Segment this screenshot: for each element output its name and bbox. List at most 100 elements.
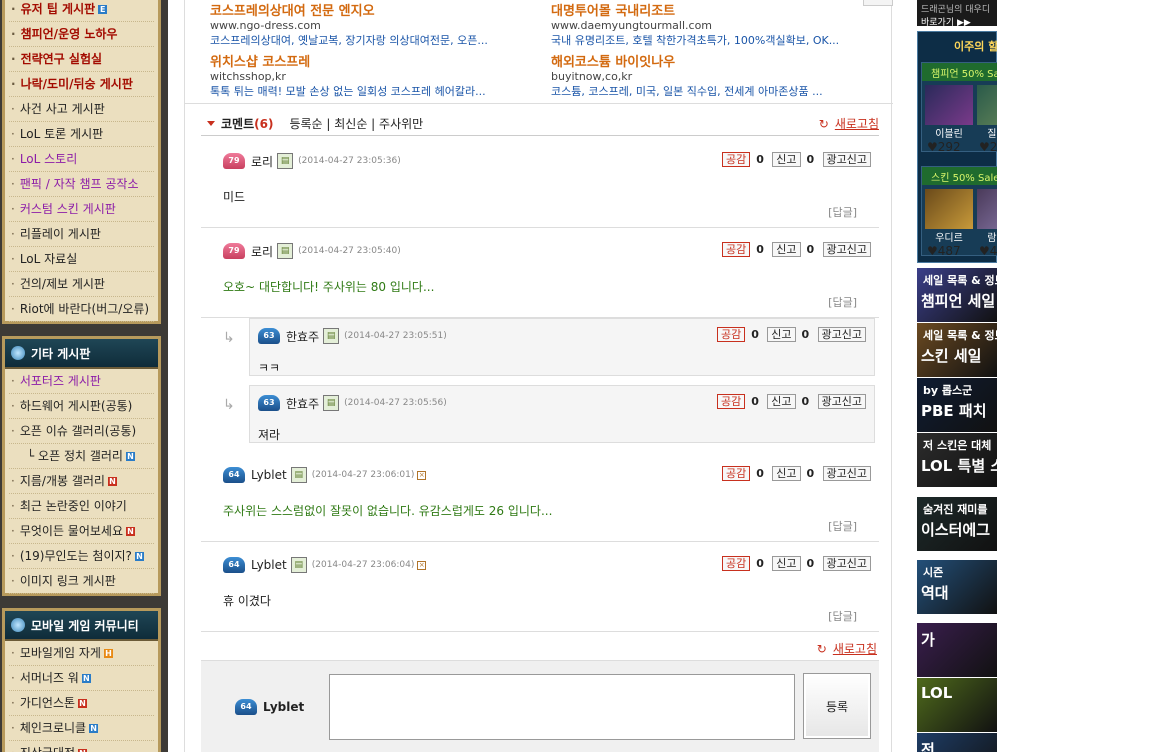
sidebar-menu-item[interactable]: · 무엇이든 물어보세요 N [9,519,154,544]
refresh-button-bottom[interactable]: ↻ 새로고침 [817,640,877,657]
ad-title[interactable]: 해외코스튬 바이잇나우 [551,51,871,70]
refresh-label[interactable]: 새로고침 [833,640,877,657]
sidebar-menu-item[interactable]: · 최근 논란중인 이야기 [9,494,154,519]
skin-card[interactable]: 우디르 [925,189,973,244]
like-button[interactable]: 공감 [722,242,751,257]
ad-report-button[interactable]: 광고신고 [817,327,866,342]
side-banner[interactable]: 가 [917,623,997,677]
ad-title[interactable]: 코스프레의상대여 전문 엔지오 [210,0,530,19]
bullet-icon: · [11,2,16,16]
champion-name: 질리언 [987,129,997,140]
ad-item[interactable]: 해외코스튬 바이잇나우 buyitnow,co,kr 코스튬, 코스프레, 미국… [551,51,871,99]
bullet-icon: · [11,399,15,413]
refresh-label[interactable]: 새로고침 [835,115,879,132]
top-banner[interactable]: 드래곤님의 대우디 바로가기 ▶▶ [917,0,997,28]
submit-comment-button[interactable]: 등록 [803,673,871,739]
sidebar-menu-item[interactable]: · 이미지 링크 게시판 [9,569,154,594]
ad-title[interactable]: 대명투어몰 국내리조트 [551,0,871,19]
side-banner[interactable]: by 롭스군 PBE 패치 [917,378,997,432]
like-button[interactable]: 공감 [722,466,751,481]
ad-report-button[interactable]: 광고신고 [822,466,871,481]
memo-icon[interactable]: ▤ [277,153,294,169]
ad-title[interactable]: 위치스샵 코스프레 [210,51,530,70]
report-button[interactable]: 신고 [767,394,796,409]
side-banner[interactable]: LOL [917,678,997,732]
side-banner[interactable]: 전 [917,733,997,752]
sidebar-menu-label: 모바일게임 자게 [19,646,101,660]
sidebar-menu-item[interactable]: · 나락/도미/뒤숭 게시판 [9,72,154,97]
like-button[interactable]: 공감 [717,394,746,409]
sidebar-menu-item[interactable]: · LoL 스토리 [9,147,154,172]
comment-author[interactable]: 로리 [251,153,273,170]
champion-card[interactable]: 질리언 [977,85,997,140]
report-button[interactable]: 신고 [772,242,801,257]
sidebar-menu-item[interactable]: · Riot에 바란다(버그/오류) [9,297,154,322]
ad-report-button[interactable]: 광고신고 [822,242,871,257]
sidebar-menu-item[interactable]: · 유저 팁 게시판 E [9,0,154,22]
refresh-button[interactable]: ↻ 새로고침 [819,115,879,132]
like-button[interactable]: 공감 [717,327,746,342]
comment-author[interactable]: 한효주 [286,328,319,345]
reply-link[interactable]: [답글] [828,294,857,310]
sidebar-menu-item[interactable]: · 가디언스톤 N [9,691,154,716]
skin-card[interactable]: 람머스 [977,189,997,244]
champion-card[interactable]: 이블린 [925,85,973,140]
sidebar-menu-item[interactable]: · 챔피언/운영 노하우 [9,22,154,47]
report-button[interactable]: 신고 [772,466,801,481]
sidebar-menu-item[interactable]: · 전략연구 실험실 [9,47,154,72]
sidebar-menu-item[interactable]: · 건의/제보 게시판 [9,272,154,297]
side-banner[interactable]: 숨겨진 재미를 이스터에그 [917,497,997,551]
sidebar-menu-item[interactable]: · LoL 토론 게시판 [9,122,154,147]
side-banner[interactable]: 시즌 역대 [917,560,997,614]
sidebar-menu-item[interactable]: · 서포터즈 게시판 [9,369,154,394]
sidebar-menu-item[interactable]: · 사건 사고 게시판 [9,97,154,122]
report-button[interactable]: 신고 [772,152,801,167]
reply-link[interactable]: [답글] [828,204,857,220]
bullet-icon: · [11,102,15,116]
sidebar-menu-item[interactable]: ·진상국대전N [9,741,154,752]
comment-author[interactable]: 로리 [251,243,273,260]
like-button[interactable]: 공감 [722,152,751,167]
ad-report-button[interactable]: 광고신고 [822,556,871,571]
sidebar-menu-item[interactable]: · 체인크로니클 N [9,716,154,741]
skin-sale-box[interactable]: 스킨 50% Sale 우디르 람머스 ♥487 ♥487 [921,166,997,258]
comment-author[interactable]: 한효주 [286,395,319,412]
report-button[interactable]: 신고 [767,327,796,342]
delete-icon[interactable]: × [417,560,427,570]
memo-icon[interactable]: ▤ [323,328,340,344]
sidebar-menu-item[interactable]: · LoL 자료실 [9,247,154,272]
delete-icon[interactable]: × [417,470,427,480]
reply-link[interactable]: [답글] [828,608,857,624]
sidebar-menu-item[interactable]: · 모바일게임 자게 H [9,641,154,666]
sidebar-menu-item[interactable]: └ 오픈 정치 갤러리 N [9,444,154,469]
side-banner[interactable]: 저 스킨은 대체 LOL 특별 스킨 [917,433,997,487]
side-banner[interactable]: 세일 목록 & 정보 챔피언 세일 [917,268,997,322]
sidebar-menu-item[interactable]: · (19)무인도는 첨이지? N [9,544,154,569]
like-button[interactable]: 공감 [722,556,751,571]
ad-report-button[interactable]: 광고신고 [822,152,871,167]
sidebar-menu-item[interactable]: · 오픈 이슈 갤러리(공통) [9,419,154,444]
ad-item[interactable]: 위치스샵 코스프레 witchsshop,kr 톡톡 튀는 매력! 모발 손상 … [210,51,530,99]
ad-item[interactable]: 대명투어몰 국내리조트 www.daemyungtourmall.com 국내 … [551,0,871,48]
ad-item[interactable]: 코스프레의상대여 전문 엔지오 www.ngo-dress.com 코스프레의상… [210,0,530,48]
comment-author[interactable]: Lyblet [251,468,287,482]
side-banner[interactable]: 세일 목록 & 정보 스킨 세일 [917,323,997,377]
ad-report-button[interactable]: 광고신고 [817,394,866,409]
memo-icon[interactable]: ▤ [277,243,294,259]
memo-icon[interactable]: ▤ [290,557,307,573]
sidebar-menu-item[interactable]: · 팬픽 / 자작 챔프 공작소 [9,172,154,197]
report-button[interactable]: 신고 [772,556,801,571]
skin-portrait [977,189,997,229]
sidebar-menu-item[interactable]: · 커스텀 스킨 게시판 [9,197,154,222]
comment-author[interactable]: Lyblet [251,558,287,572]
comment-sort-links[interactable]: 등록순 | 최신순 | 주사위만 [289,115,423,132]
sidebar-menu-item[interactable]: · 하드웨어 게시판(공통) [9,394,154,419]
sidebar-menu-item[interactable]: · 리플레이 게시판 [9,222,154,247]
reply-link[interactable]: [답글] [828,518,857,534]
champion-sale-box[interactable]: 챔피언 50% Sale 이블린 질리언 ♥292 ♥292 [921,62,997,154]
memo-icon[interactable]: ▤ [323,395,340,411]
sidebar-menu-item[interactable]: · 지름/개봉 갤러리 N [9,469,154,494]
sidebar-menu-item[interactable]: · 서머너즈 워N [9,666,154,691]
comment-input[interactable] [329,674,795,740]
memo-icon[interactable]: ▤ [290,467,307,483]
